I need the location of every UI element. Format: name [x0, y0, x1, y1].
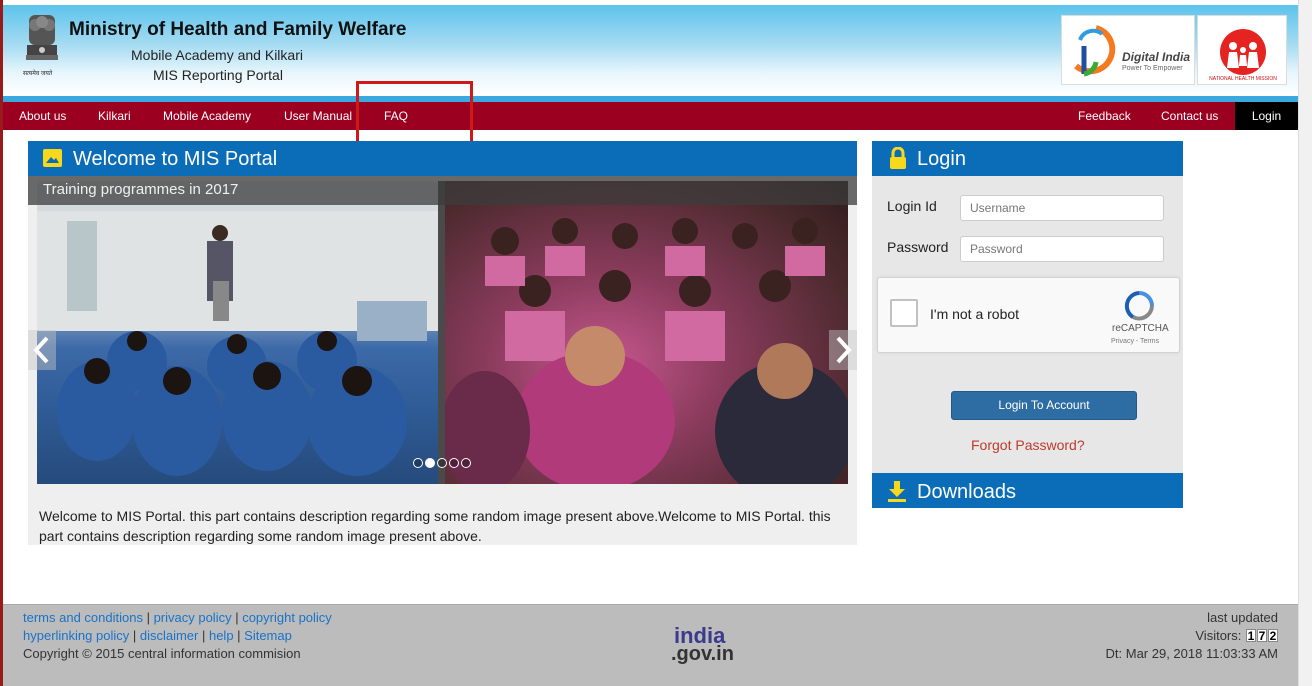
disclaimer-link[interactable]: disclaimer: [140, 628, 199, 643]
welcome-title: Welcome to MIS Portal: [73, 148, 278, 170]
carousel-dot[interactable]: [437, 458, 447, 468]
visitor-count-digit: 2: [1268, 629, 1278, 643]
digital-india-text: Digital India: [1122, 50, 1191, 64]
main-nav: About us Kilkari Mobile Academy User Man…: [3, 102, 1298, 130]
footer-links-row2: hyperlinking policy | disclaimer | help …: [23, 628, 292, 643]
hyperlinking-link[interactable]: hyperlinking policy: [23, 628, 129, 643]
nhm-text: NATIONAL HEALTH MISSION: [1209, 76, 1277, 82]
welcome-panel-header: Welcome to MIS Portal: [28, 141, 857, 176]
lock-icon: [890, 147, 906, 169]
recaptcha-brand: reCAPTCHA: [1112, 323, 1169, 334]
recaptcha-label: I'm not a robot: [930, 306, 1020, 322]
nav-user-manual[interactable]: User Manual: [284, 102, 352, 130]
chevron-left-icon: [33, 336, 49, 364]
site-footer: terms and conditions | privacy policy | …: [3, 604, 1298, 686]
digital-india-tagline: Power To Empower: [1122, 65, 1183, 72]
faq-highlight-box: [356, 81, 473, 147]
carousel-caption-text: Training programmes in 2017: [43, 181, 239, 198]
downloads-panel-header[interactable]: Downloads: [872, 473, 1183, 508]
last-updated-label: last updated: [1207, 610, 1278, 625]
welcome-description: Welcome to MIS Portal. this part contain…: [39, 508, 831, 544]
recaptcha-icon: [1124, 291, 1154, 321]
last-updated-date: Dt: Mar 29, 2018 11:03:33 AM: [1105, 646, 1278, 661]
scrollbar[interactable]: [1298, 0, 1312, 686]
footer-links-row1: terms and conditions | privacy policy | …: [23, 610, 332, 625]
privacy-link[interactable]: privacy policy: [154, 610, 232, 625]
download-icon: [888, 481, 906, 502]
ministry-title: Ministry of Health and Family Welfare: [69, 19, 407, 40]
digital-india-logo[interactable]: Digital India Power To Empower: [1061, 15, 1195, 85]
india-gov-logo[interactable]: india .gov.in: [671, 623, 747, 669]
carousel-photo-training-audience: [440, 181, 848, 484]
carousel-prev-button[interactable]: [28, 330, 56, 370]
downloads-title: Downloads: [917, 481, 1016, 503]
visitors-counter: Visitors: 172: [1195, 628, 1278, 643]
recaptcha-links[interactable]: Privacy - Terms: [1111, 338, 1159, 345]
visitors-label: Visitors:: [1195, 628, 1242, 643]
portal-subtitle: Mobile Academy and Kilkari: [131, 47, 303, 63]
visitor-count-digit: 1: [1246, 629, 1256, 643]
carousel-dot[interactable]: [413, 458, 423, 468]
site-header: सत्यमेव जयते Ministry of Health and Fami…: [3, 5, 1298, 96]
nav-kilkari[interactable]: Kilkari: [98, 102, 131, 130]
password-label: Password: [887, 239, 949, 255]
emblem-caption: सत्यमेव जयते: [23, 71, 53, 77]
password-input[interactable]: [960, 236, 1164, 262]
carousel-photo-training-classroom: [37, 181, 438, 484]
help-link[interactable]: help: [209, 628, 234, 643]
nhm-emblem-icon: [1220, 29, 1266, 75]
carousel-next-button[interactable]: [829, 330, 857, 370]
nav-login-button[interactable]: Login: [1235, 102, 1298, 130]
india-gov-bottom: .gov.in: [671, 643, 734, 665]
carousel-indicators: [413, 458, 471, 470]
image-carousel[interactable]: [37, 181, 848, 484]
image-icon: [43, 149, 62, 167]
digital-india-icon: [1074, 25, 1116, 77]
nav-mobile-academy[interactable]: Mobile Academy: [163, 102, 251, 130]
carousel-caption: Training programmes in 2017: [28, 176, 857, 205]
carousel-dot[interactable]: [425, 458, 435, 468]
visitor-count-digit: 7: [1257, 629, 1267, 643]
login-id-label: Login Id: [887, 198, 937, 214]
sitemap-link[interactable]: Sitemap: [244, 628, 292, 643]
portal-name: MIS Reporting Portal: [153, 67, 283, 83]
terms-link[interactable]: terms and conditions: [23, 610, 143, 625]
login-panel-header: Login: [872, 141, 1183, 176]
recaptcha-widget: I'm not a robot reCAPTCHA Privacy - Term…: [877, 277, 1180, 353]
nav-contact-us[interactable]: Contact us: [1161, 102, 1218, 130]
copyright-link[interactable]: copyright policy: [242, 610, 332, 625]
nav-feedback[interactable]: Feedback: [1078, 102, 1131, 130]
login-to-account-button[interactable]: Login To Account: [951, 391, 1137, 420]
nav-about-us[interactable]: About us: [19, 102, 66, 130]
nhm-logo[interactable]: NATIONAL HEALTH MISSION: [1197, 15, 1287, 85]
login-title: Login: [917, 148, 966, 170]
chevron-right-icon: [836, 336, 852, 364]
carousel-dot[interactable]: [461, 458, 471, 468]
carousel-dot[interactable]: [449, 458, 459, 468]
recaptcha-checkbox[interactable]: [890, 299, 918, 327]
footer-copyright: Copyright © 2015 central information com…: [23, 646, 301, 661]
login-id-input[interactable]: [960, 195, 1164, 221]
forgot-password-link[interactable]: Forgot Password?: [971, 437, 1085, 453]
visitor-count-digits: 172: [1245, 628, 1278, 643]
